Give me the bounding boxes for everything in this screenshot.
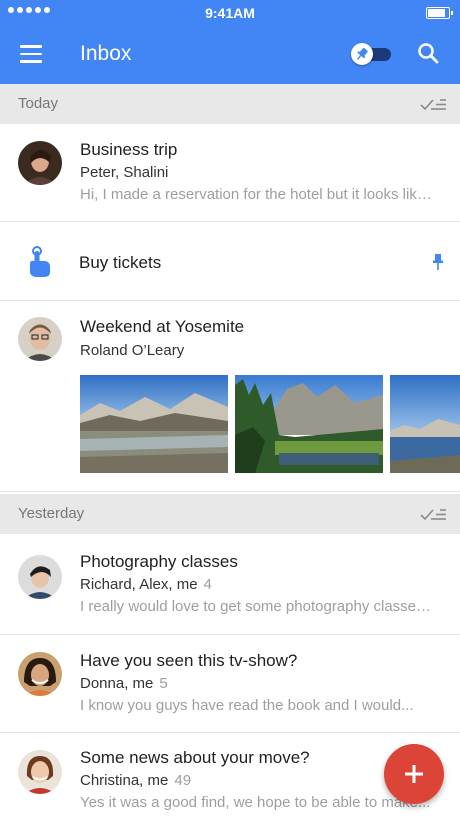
email-senders: Roland O’Leary xyxy=(80,342,185,359)
list-item-reminder[interactable]: Buy tickets xyxy=(0,222,460,301)
toggle-knob xyxy=(351,43,373,65)
battery-icon xyxy=(426,7,453,19)
email-subject: Have you seen this tv-show? xyxy=(80,651,298,670)
pinned-toggle[interactable] xyxy=(351,43,393,65)
reminder-title: Buy tickets xyxy=(79,253,162,272)
avatar xyxy=(18,555,62,599)
search-icon[interactable] xyxy=(417,42,439,64)
list-item-photography[interactable]: Photography classes Richard, Alex, me 4 I… xyxy=(0,537,460,635)
email-subject: Photography classes xyxy=(80,552,238,571)
avatar xyxy=(18,750,62,794)
compose-icon xyxy=(405,765,423,783)
sweep-icon[interactable] xyxy=(420,96,448,112)
list-item-business-trip[interactable]: Business trip Peter, Shalini Hi, I made … xyxy=(0,124,460,222)
section-label: Yesterday xyxy=(18,505,85,522)
section-header-yesterday: Yesterday xyxy=(0,494,460,534)
email-senders: Christina, me 49 xyxy=(80,772,191,789)
senders-names: Christina, me xyxy=(80,772,169,789)
list-item-tv-show[interactable]: Have you seen this tv-show? Donna, me 5 I… xyxy=(0,635,460,733)
status-bar: 9:41AM xyxy=(0,0,460,26)
section-label: Today xyxy=(18,95,59,112)
email-snippet: Yes it was a good find, we hope to be ab… xyxy=(80,794,431,811)
pin-icon xyxy=(356,47,368,60)
status-time: 9:41AM xyxy=(205,5,255,21)
senders-names: Donna, me xyxy=(80,675,154,692)
pin-icon[interactable] xyxy=(431,253,445,271)
message-count: 49 xyxy=(174,772,192,789)
email-snippet: Hi, I made a reservation for the hotel b… xyxy=(80,186,434,203)
email-subject: Business trip xyxy=(80,140,178,159)
avatar xyxy=(18,652,62,696)
photo-thumbnail[interactable] xyxy=(80,375,228,473)
message-count: 4 xyxy=(203,576,212,593)
sweep-icon[interactable] xyxy=(420,506,448,522)
section-header-today: Today xyxy=(0,84,460,124)
email-subject: Some news about your move? xyxy=(80,748,310,767)
compose-button[interactable] xyxy=(384,744,444,804)
email-senders: Peter, Shalini xyxy=(80,164,169,181)
message-count: 5 xyxy=(159,675,168,692)
list-item-yosemite[interactable]: Weekend at Yosemite Roland O’Leary xyxy=(0,301,460,492)
email-snippet: I know you guys have read the book and I… xyxy=(80,697,414,714)
senders-names: Richard, Alex, me xyxy=(80,576,198,593)
menu-icon[interactable] xyxy=(20,45,42,63)
email-senders: Richard, Alex, me 4 xyxy=(80,576,212,593)
email-senders: Donna, me 5 xyxy=(80,675,168,692)
email-subject: Weekend at Yosemite xyxy=(80,317,245,336)
photo-thumbnail[interactable] xyxy=(235,375,383,473)
app-bar: Inbox xyxy=(0,26,460,84)
avatar xyxy=(18,141,62,185)
page-title: Inbox xyxy=(80,42,132,65)
photo-thumbnail[interactable] xyxy=(390,375,460,473)
reminder-icon xyxy=(30,246,50,277)
email-snippet: I really would love to get some photogra… xyxy=(80,598,434,615)
avatar xyxy=(18,317,62,361)
